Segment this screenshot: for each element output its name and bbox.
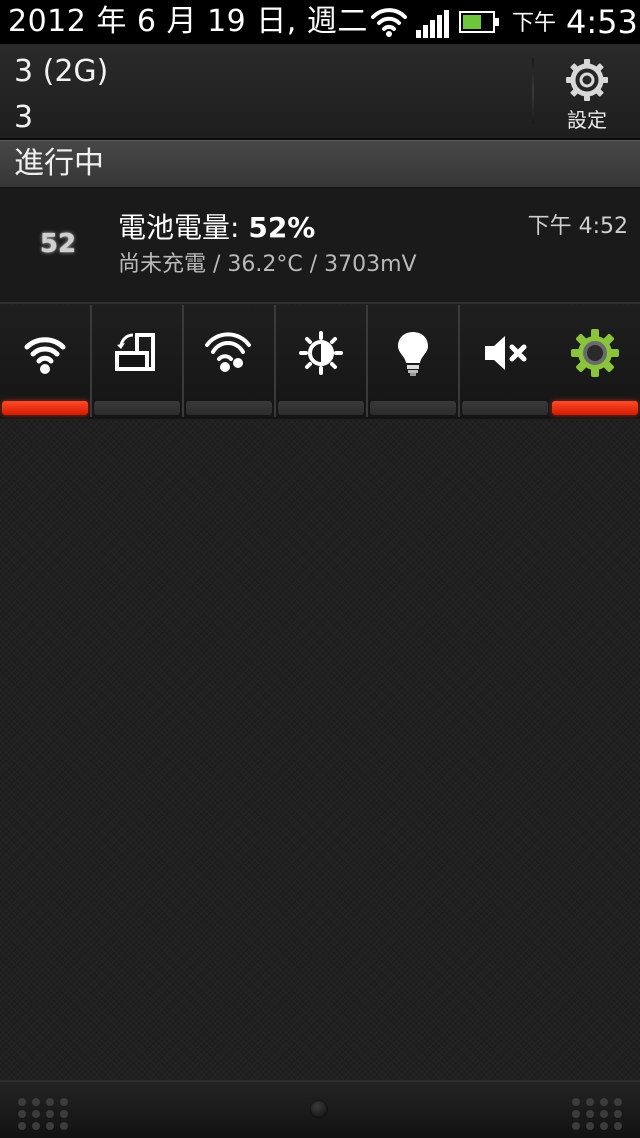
toggle-auto-rotate[interactable] [92,305,182,417]
gear-icon [566,59,608,101]
toggle-sound-indicator [462,401,548,415]
settings-button[interactable]: 設定 [545,52,629,134]
toggle-settings-indicator [552,401,638,415]
handle-knob-icon [310,1100,328,1118]
notification-title: 電池電量: 52% [118,210,315,246]
brightness-icon [299,331,343,375]
carrier-name: 3 (2G) [14,54,109,89]
grip-dots-icon [572,1098,622,1130]
ongoing-section-header: 進行中 [0,140,640,188]
notification-subtitle: 尚未充電 / 36.2°C / 3703mV [118,252,417,277]
carrier-header: 3 (2G) 3 設定 [0,44,640,140]
shade-bottom-handle[interactable] [0,1080,640,1138]
status-clock: 4:53 [566,3,638,41]
toggle-auto-rotate-indicator [94,401,180,415]
toggle-settings[interactable] [550,305,640,417]
carrier-secondary: 3 [14,100,34,135]
toggle-wifi[interactable] [0,305,90,417]
wifi-icon [371,8,407,37]
hotspot-icon [205,332,251,372]
toggle-wifi-indicator [2,401,88,415]
toggle-brightness-indicator [278,401,364,415]
notification-title-value: 52% [248,211,316,244]
ongoing-title: 進行中 [14,146,104,181]
toggle-hotspot-indicator [186,401,272,415]
notification-shade: 2012 年 6 月 19 日, 週二 下午 4:53 3 (2G) 3 設定 … [0,0,640,1138]
status-ampm: 下午 [512,11,557,36]
toggle-sound[interactable] [460,305,550,417]
grip-dots-icon [18,1098,68,1130]
header-divider [532,58,534,124]
status-bar: 2012 年 6 月 19 日, 週二 下午 4:53 [0,0,640,44]
lightbulb-icon [398,332,428,376]
toggle-brightness[interactable] [276,305,366,417]
settings-label: 設定 [567,108,607,132]
notification-title-label: 電池電量: [118,211,249,244]
toggle-flashlight[interactable] [368,305,458,417]
signal-icon [416,10,449,38]
battery-icon [459,11,499,33]
rotate-icon [115,333,155,371]
mute-icon [485,336,527,370]
quick-toggles [0,305,640,419]
gear-icon [571,329,619,377]
toggle-flashlight-indicator [370,401,456,415]
status-date: 2012 年 6 月 19 日, 週二 [8,4,368,39]
battery-notification[interactable]: 52 電池電量: 52% 尚未充電 / 36.2°C / 3703mV 下午 4… [0,188,640,304]
toggle-wifi-hotspot[interactable] [184,305,274,417]
wifi-icon [24,337,66,374]
notification-time: 下午 4:52 [527,214,628,239]
battery-level-icon-text: 52 [39,229,77,259]
battery-level-icon: 52 [30,222,86,266]
